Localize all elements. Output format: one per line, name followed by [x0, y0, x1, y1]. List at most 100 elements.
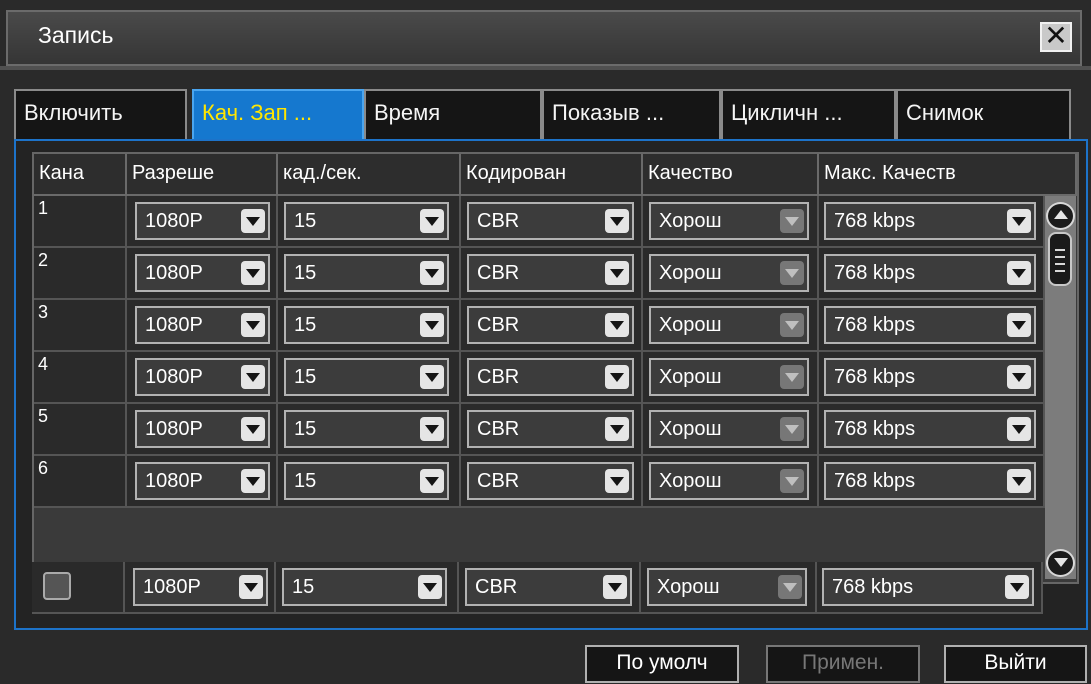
chevron-down-icon[interactable]	[780, 209, 804, 233]
default-button[interactable]: По умолч	[585, 645, 739, 683]
all-encoding-dropdown[interactable]: CBR	[465, 568, 632, 606]
exit-button[interactable]: Выйти	[944, 645, 1087, 683]
chevron-down-icon[interactable]	[780, 261, 804, 285]
tab-show[interactable]: Показыв ...	[542, 89, 721, 139]
encoding-dropdown[interactable]: CBR	[467, 462, 634, 500]
resolution-dropdown[interactable]: 1080P	[135, 202, 270, 240]
resolution-dropdown[interactable]: 1080P	[135, 306, 270, 344]
scroll-down-icon[interactable]	[1046, 549, 1075, 577]
chevron-down-icon[interactable]	[1007, 209, 1031, 233]
max-quality-dropdown[interactable]: 768 kbps	[824, 462, 1036, 500]
apply-button[interactable]: Примен.	[766, 645, 920, 683]
chevron-down-icon[interactable]	[420, 209, 444, 233]
quality-dropdown[interactable]: Хорош	[649, 462, 809, 500]
resolution-dropdown[interactable]: 1080P	[135, 254, 270, 292]
dropdown-value: CBR	[477, 262, 520, 284]
chevron-down-icon[interactable]	[1007, 313, 1031, 337]
fps-dropdown[interactable]: 15	[284, 358, 449, 396]
scroll-thumb[interactable]	[1048, 232, 1072, 286]
dropdown-value: 15	[294, 418, 317, 440]
all-channels-row: 1080P 15 CBR Хорош 768 kbps	[32, 562, 1043, 614]
header-max-quality: Макс. Качеств	[819, 154, 1077, 196]
max-quality-dropdown[interactable]: 768 kbps	[824, 358, 1036, 396]
resolution-dropdown[interactable]: 1080P	[135, 410, 270, 448]
chevron-down-icon[interactable]	[605, 365, 629, 389]
chevron-down-icon[interactable]	[1007, 417, 1031, 441]
tab-enable[interactable]: Включить	[14, 89, 187, 139]
dropdown-value: Хорош	[657, 576, 720, 598]
table-row: 4 1080P 15 CBR Хорош 768 kbps	[34, 352, 1045, 404]
chevron-down-icon[interactable]	[241, 313, 265, 337]
encoding-dropdown[interactable]: CBR	[467, 306, 634, 344]
table-scrollbar[interactable]	[1045, 196, 1076, 579]
chevron-down-icon[interactable]	[780, 469, 804, 493]
recording-quality-panel: Кана Разреше кад./сек. Кодирован Качеств…	[14, 139, 1088, 630]
quality-dropdown[interactable]: Хорош	[649, 306, 809, 344]
max-quality-dropdown[interactable]: 768 kbps	[824, 254, 1036, 292]
chevron-down-icon[interactable]	[780, 417, 804, 441]
fps-dropdown[interactable]: 15	[284, 202, 449, 240]
chevron-down-icon[interactable]	[420, 469, 444, 493]
chevron-down-icon[interactable]	[241, 469, 265, 493]
all-fps-dropdown[interactable]: 15	[282, 568, 447, 606]
fps-dropdown[interactable]: 15	[284, 410, 449, 448]
chevron-down-icon[interactable]	[1005, 575, 1029, 599]
max-quality-dropdown[interactable]: 768 kbps	[824, 306, 1036, 344]
all-max-quality-dropdown[interactable]: 768 kbps	[822, 568, 1034, 606]
fps-dropdown[interactable]: 15	[284, 306, 449, 344]
chevron-down-icon[interactable]	[778, 575, 802, 599]
tab-snapshot[interactable]: Снимок	[896, 89, 1071, 139]
all-resolution-dropdown[interactable]: 1080P	[133, 568, 268, 606]
dropdown-value: 768 kbps	[832, 576, 914, 598]
dropdown-value: CBR	[477, 418, 520, 440]
quality-dropdown[interactable]: Хорош	[649, 358, 809, 396]
chevron-down-icon[interactable]	[420, 417, 444, 441]
chevron-down-icon[interactable]	[241, 261, 265, 285]
chevron-down-icon[interactable]	[241, 209, 265, 233]
dropdown-value: 768 kbps	[834, 366, 916, 388]
max-quality-dropdown[interactable]: 768 kbps	[824, 202, 1036, 240]
tab-time[interactable]: Время	[364, 89, 542, 139]
quality-dropdown[interactable]: Хорош	[649, 410, 809, 448]
chevron-down-icon[interactable]	[418, 575, 442, 599]
chevron-down-icon[interactable]	[780, 365, 804, 389]
scroll-up-icon[interactable]	[1046, 202, 1075, 230]
max-quality-dropdown[interactable]: 768 kbps	[824, 410, 1036, 448]
chevron-down-icon[interactable]	[1007, 365, 1031, 389]
resolution-dropdown[interactable]: 1080P	[135, 358, 270, 396]
all-quality-dropdown[interactable]: Хорош	[647, 568, 807, 606]
chevron-down-icon[interactable]	[241, 417, 265, 441]
chevron-down-icon[interactable]	[239, 575, 263, 599]
tab-cyclic[interactable]: Цикличн ...	[721, 89, 896, 139]
chevron-down-icon[interactable]	[241, 365, 265, 389]
all-channels-checkbox[interactable]	[43, 572, 71, 600]
chevron-down-icon[interactable]	[605, 261, 629, 285]
channel-number: 1	[38, 198, 49, 218]
chevron-down-icon[interactable]	[603, 575, 627, 599]
table-row: 6 1080P 15 CBR Хорош 768 kbps	[34, 456, 1045, 508]
dropdown-value: 15	[292, 576, 315, 598]
dropdown-value: 1080P	[143, 576, 201, 598]
encoding-dropdown[interactable]: CBR	[467, 358, 634, 396]
chevron-down-icon[interactable]	[420, 261, 444, 285]
chevron-down-icon[interactable]	[420, 365, 444, 389]
chevron-down-icon[interactable]	[420, 313, 444, 337]
resolution-dropdown[interactable]: 1080P	[135, 462, 270, 500]
fps-dropdown[interactable]: 15	[284, 462, 449, 500]
chevron-down-icon[interactable]	[605, 209, 629, 233]
quality-dropdown[interactable]: Хорош	[649, 202, 809, 240]
chevron-down-icon[interactable]	[605, 417, 629, 441]
chevron-down-icon[interactable]	[605, 313, 629, 337]
chevron-down-icon[interactable]	[780, 313, 804, 337]
chevron-down-icon[interactable]	[1007, 261, 1031, 285]
encoding-dropdown[interactable]: CBR	[467, 202, 634, 240]
encoding-dropdown[interactable]: CBR	[467, 254, 634, 292]
chevron-down-icon[interactable]	[605, 469, 629, 493]
tab-record-quality[interactable]: Кач. Зап ...	[192, 89, 364, 139]
close-icon[interactable]: ✕	[1040, 22, 1072, 52]
chevron-down-icon[interactable]	[1007, 469, 1031, 493]
encoding-dropdown[interactable]: CBR	[467, 410, 634, 448]
fps-dropdown[interactable]: 15	[284, 254, 449, 292]
quality-dropdown[interactable]: Хорош	[649, 254, 809, 292]
dropdown-value: 768 kbps	[834, 262, 916, 284]
